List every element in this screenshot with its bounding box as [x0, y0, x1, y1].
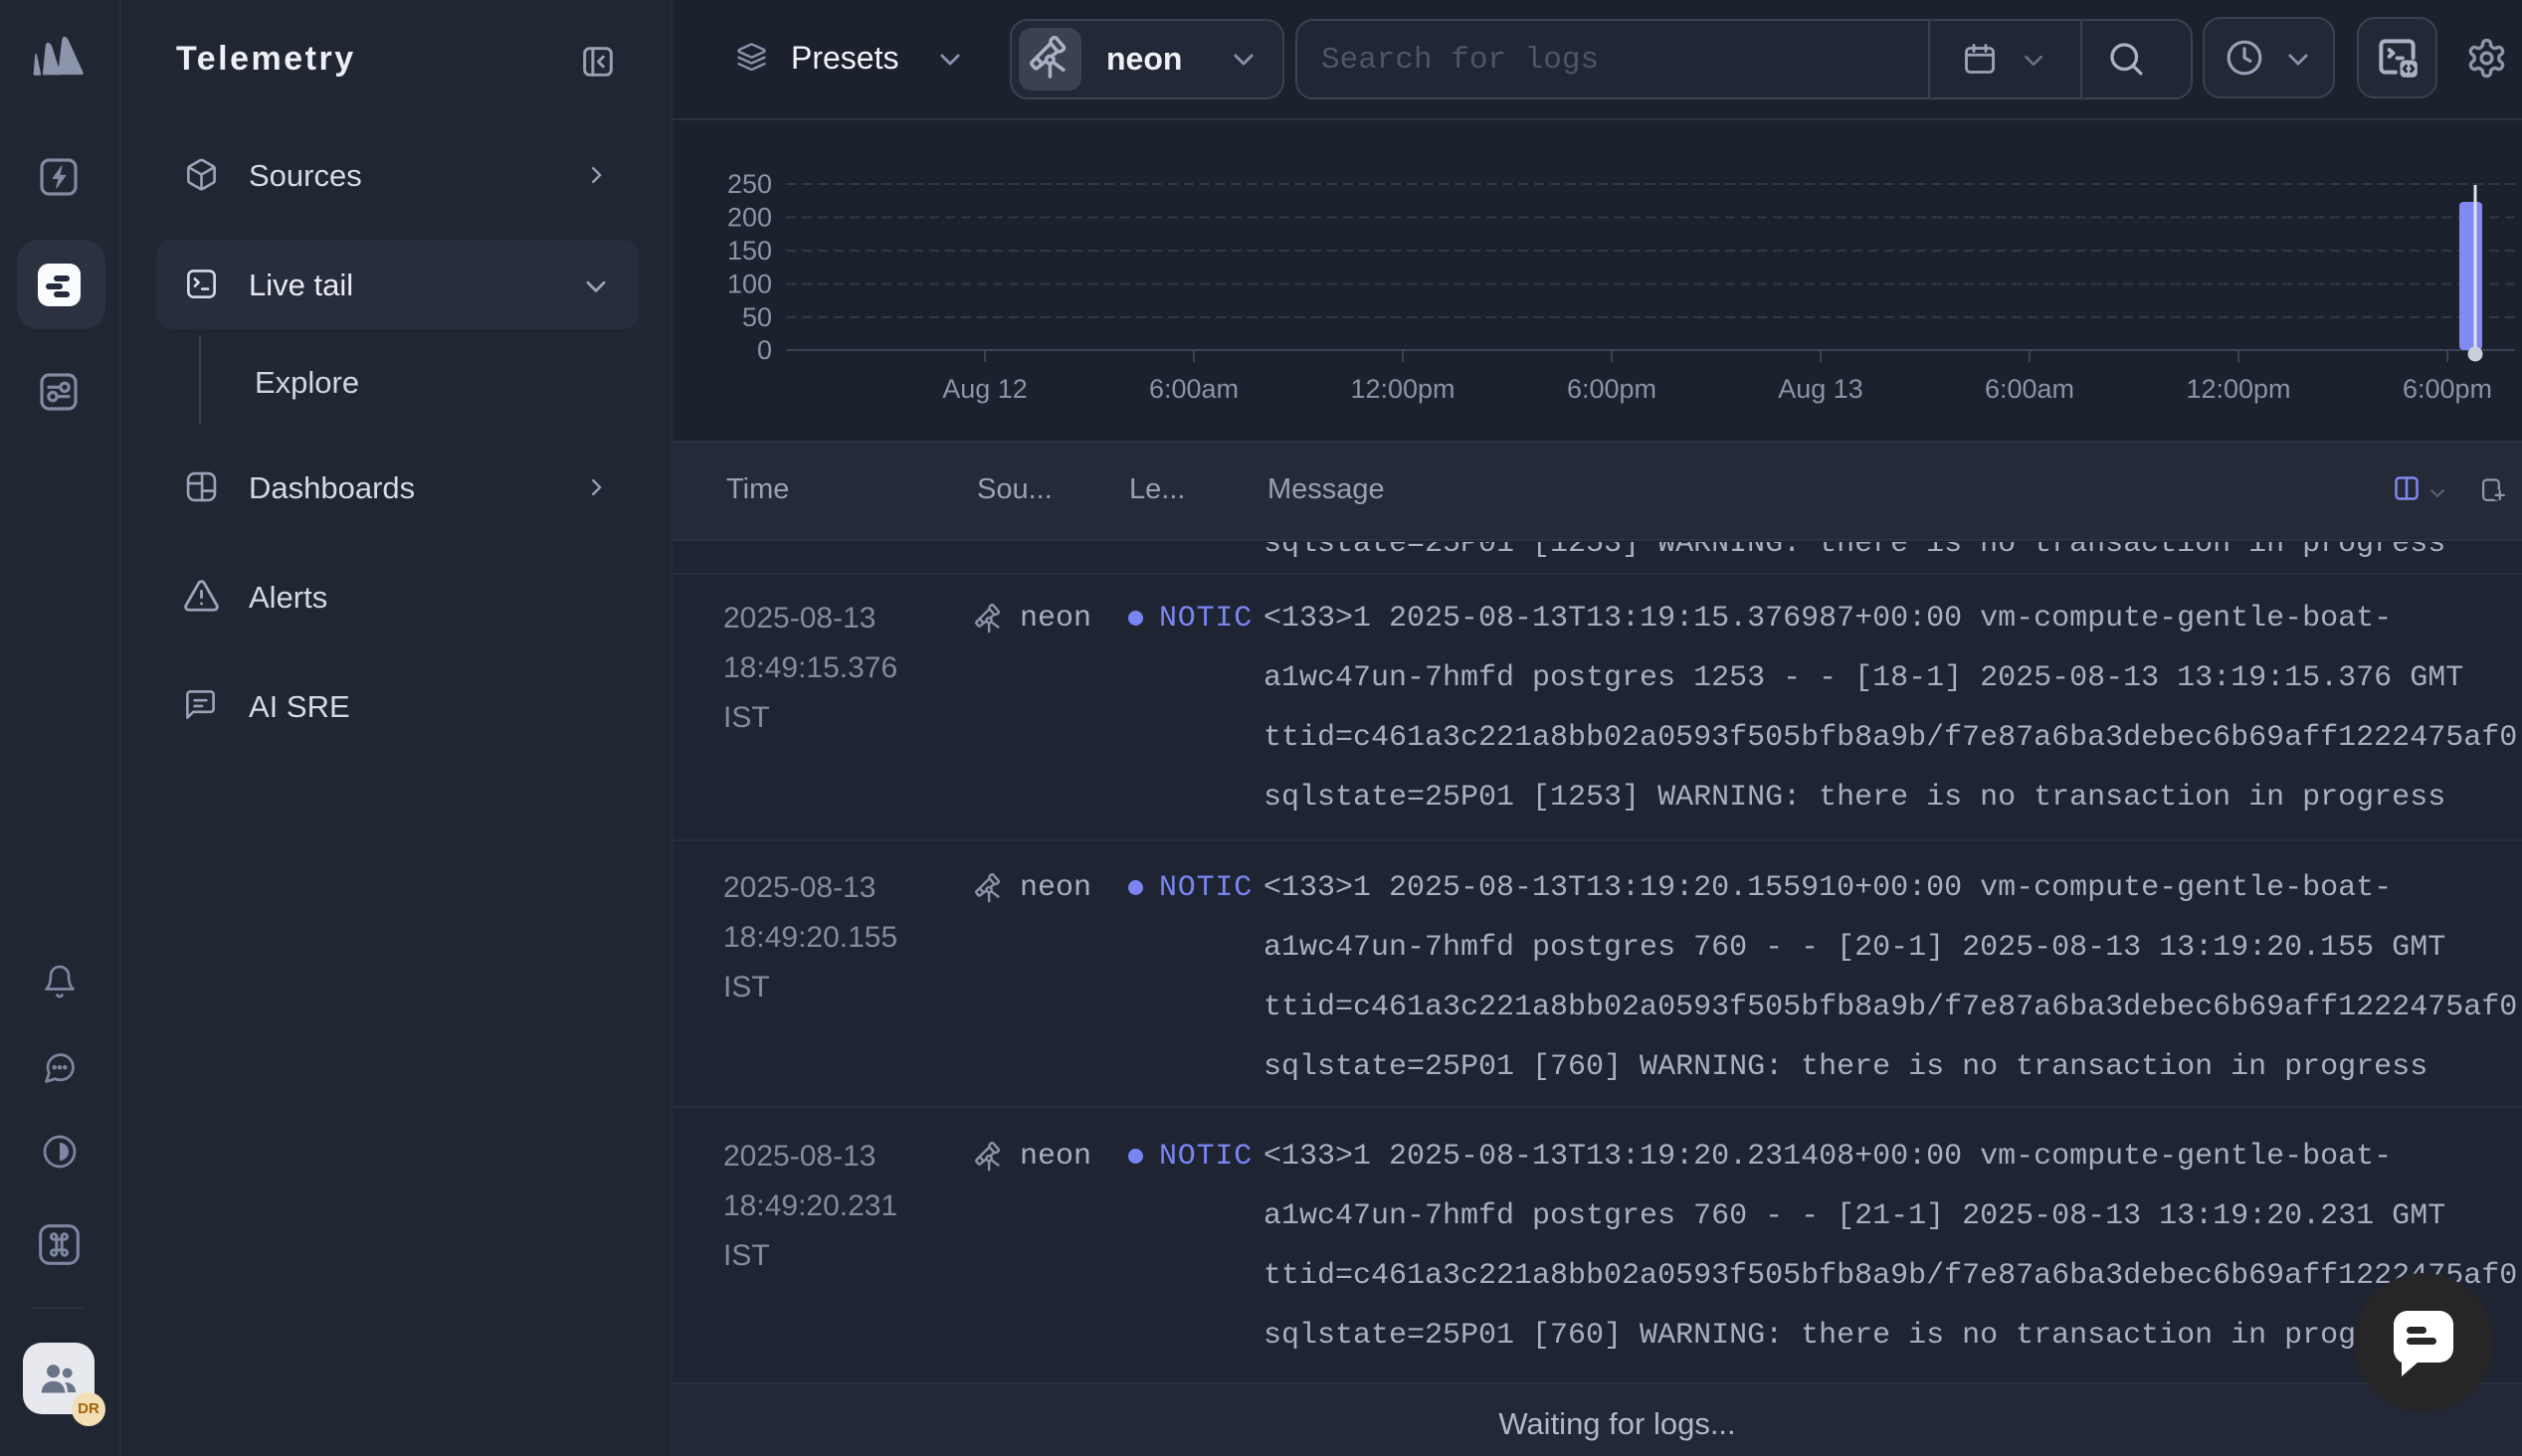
svg-text:50: 50: [742, 302, 772, 332]
svg-text:0: 0: [757, 335, 772, 365]
svg-text:150: 150: [727, 236, 772, 266]
svg-text:6:00am: 6:00am: [1985, 374, 2074, 404]
svg-text:100: 100: [727, 270, 772, 299]
svg-text:Aug 12: Aug 12: [942, 374, 1028, 404]
svg-text:6:00pm: 6:00pm: [1567, 374, 1656, 404]
svg-text:Aug 13: Aug 13: [1778, 374, 1863, 404]
svg-text:12:00pm: 12:00pm: [1350, 374, 1455, 404]
svg-text:6:00am: 6:00am: [1149, 374, 1239, 404]
svg-text:12:00pm: 12:00pm: [2186, 374, 2290, 404]
svg-text:6:00pm: 6:00pm: [2403, 374, 2492, 404]
svg-text:200: 200: [727, 203, 772, 233]
svg-text:250: 250: [727, 169, 772, 199]
